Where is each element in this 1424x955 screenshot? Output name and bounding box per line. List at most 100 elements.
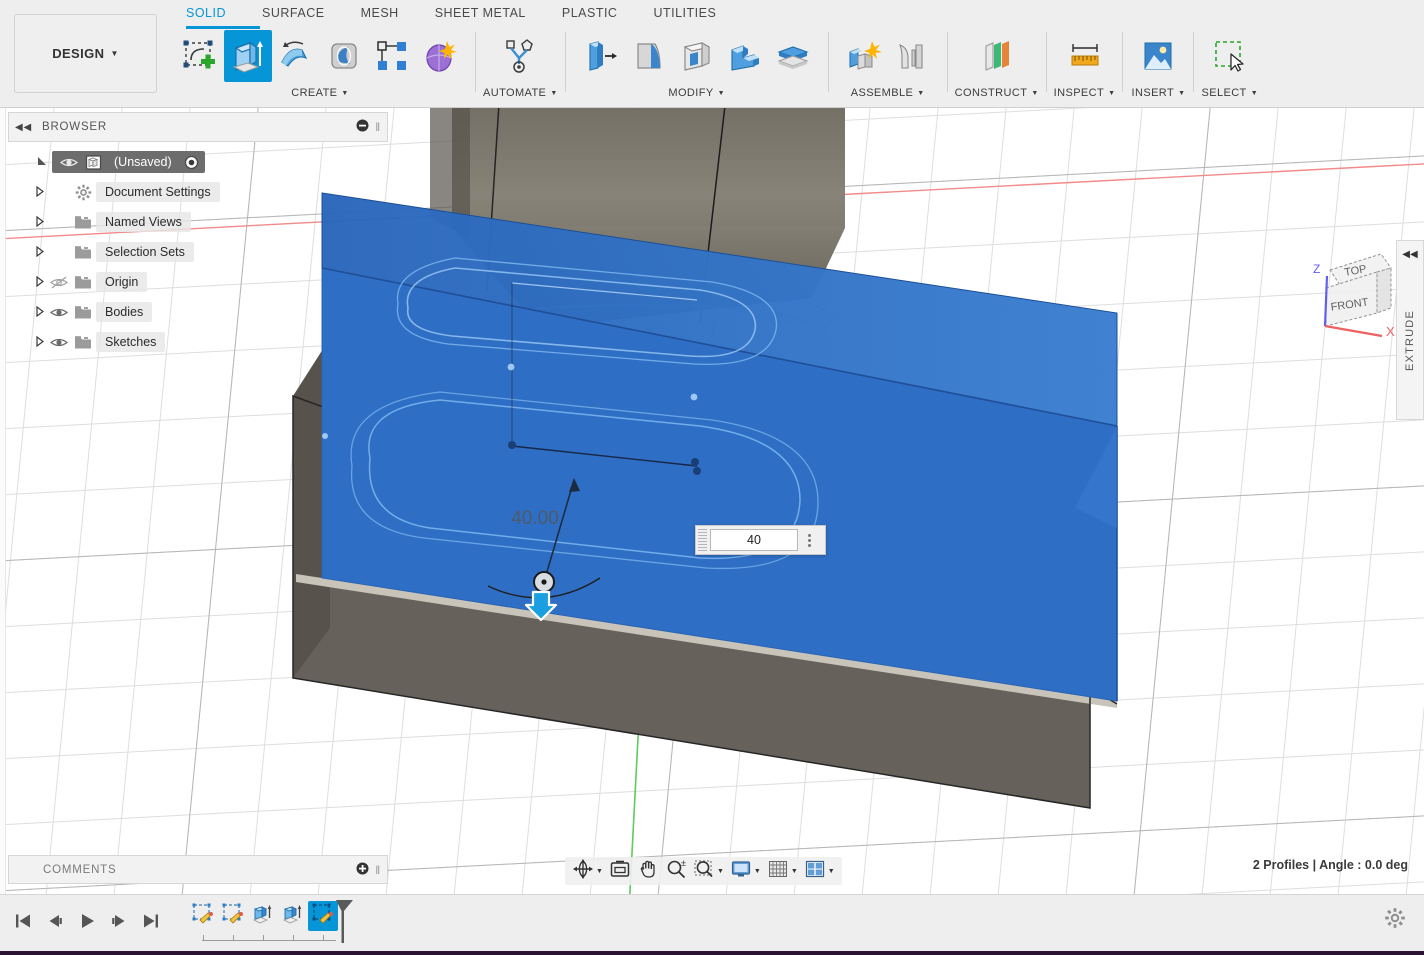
measure-button[interactable]: [1061, 30, 1109, 82]
expand-arrow-icon[interactable]: [34, 155, 52, 169]
extrude-button[interactable]: [224, 30, 272, 82]
eye-visible-icon[interactable]: [48, 306, 70, 319]
browser-resize-grip[interactable]: ‖: [375, 120, 381, 134]
fillet-button[interactable]: [625, 30, 673, 82]
pattern-icon: [372, 36, 412, 76]
shell-icon: [677, 36, 717, 76]
timeline-feature-sketch-2[interactable]: [218, 901, 248, 931]
tab-utilities[interactable]: UTILITIES: [635, 0, 734, 26]
fit-button[interactable]: ▼: [690, 858, 727, 884]
drag-grip-handle[interactable]: [698, 529, 707, 551]
play-button[interactable]: [72, 906, 102, 940]
extrude-distance-input-group[interactable]: [695, 525, 826, 555]
pan-hand-icon: [637, 858, 659, 885]
tab-sheet-metal[interactable]: SHEET METAL: [417, 0, 544, 26]
ribbon-group-label-inspect[interactable]: INSPECT ▼: [1054, 84, 1116, 102]
browser-item-origin[interactable]: Origin: [8, 267, 388, 297]
extrude-dialog-collapsed[interactable]: ◀◀ EXTRUDE: [1396, 240, 1424, 420]
ribbon-group-label-automate[interactable]: AUTOMATE ▼: [483, 84, 558, 102]
browser-minimize-icon[interactable]: [356, 119, 369, 135]
timeline-feature-extrude-2[interactable]: [278, 901, 308, 931]
tab-plastic[interactable]: PLASTIC: [544, 0, 636, 26]
display-settings-button[interactable]: ▼: [727, 858, 764, 884]
tab-surface[interactable]: SURFACE: [244, 0, 343, 26]
eye-hidden-icon[interactable]: [48, 275, 70, 289]
ribbon-group-buttons: [492, 30, 548, 84]
browser-item-named-views[interactable]: Named Views: [8, 207, 388, 237]
create-sketch-icon: [180, 36, 220, 76]
timeline-feature-sketch-1[interactable]: [188, 901, 218, 931]
comments-panel[interactable]: COMMENTS ‖: [8, 855, 388, 884]
go-to-end-button[interactable]: [136, 906, 166, 940]
browser-item-unsaved[interactable]: (Unsaved): [8, 147, 388, 177]
expand-arrow-icon[interactable]: [30, 305, 48, 319]
chevron-down-icon: ▼: [110, 49, 119, 58]
browser-item-selection-sets[interactable]: Selection Sets: [8, 237, 388, 267]
comments-resize-grip[interactable]: ‖: [375, 863, 381, 877]
timeline-feature-extrude-1[interactable]: [248, 901, 278, 931]
go-to-beginning-button[interactable]: [8, 906, 38, 940]
step-back-button[interactable]: [40, 906, 70, 940]
new-component-button[interactable]: [840, 30, 888, 82]
chevron-down-icon: ▼: [1178, 89, 1186, 97]
pan-button[interactable]: [634, 858, 662, 884]
ribbon-group-label-text: INSERT: [1131, 87, 1175, 99]
input-options-button[interactable]: [798, 533, 820, 547]
timeline-settings-button[interactable]: [1384, 907, 1406, 934]
zoom-button[interactable]: ±: [662, 858, 690, 884]
expand-arrow-icon[interactable]: [30, 275, 48, 289]
insert-image-icon: [1138, 36, 1178, 76]
create-sketch-button[interactable]: [176, 30, 224, 82]
combine-button[interactable]: [721, 30, 769, 82]
workspace-switcher-button[interactable]: DESIGN ▼: [14, 14, 157, 93]
extrude-distance-input[interactable]: [710, 529, 798, 551]
ribbon-group-modify: MODIFY ▼: [573, 30, 821, 106]
orbit-button[interactable]: ▼: [569, 858, 606, 884]
split-face-button[interactable]: [769, 30, 817, 82]
pattern-button[interactable]: [368, 30, 416, 82]
ribbon-groups: CREATE ▼ AUTOMATE ▼ MODIFY ▼ ASSEMBLE ▼ …: [172, 30, 1258, 106]
browser-item-sketches[interactable]: Sketches: [8, 327, 388, 357]
step-forward-button[interactable]: [104, 906, 134, 940]
form-button[interactable]: [416, 30, 464, 82]
ribbon-group-label-modify[interactable]: MODIFY ▼: [668, 84, 725, 102]
sweep-button[interactable]: [320, 30, 368, 82]
ribbon-group-label-assemble[interactable]: ASSEMBLE ▼: [851, 84, 925, 102]
shell-button[interactable]: [673, 30, 721, 82]
expand-arrow-icon[interactable]: [30, 245, 48, 259]
browser-root-row[interactable]: (Unsaved): [52, 151, 205, 173]
look-at-button[interactable]: [606, 858, 634, 884]
press-pull-button[interactable]: [577, 30, 625, 82]
tab-solid[interactable]: SOLID: [168, 0, 244, 26]
viewports-button[interactable]: ▼: [801, 858, 838, 884]
ribbon-group-label-construct[interactable]: CONSTRUCT ▼: [955, 84, 1039, 102]
add-comment-icon[interactable]: [356, 862, 369, 878]
revolve-button[interactable]: [272, 30, 320, 82]
browser-item-label: Sketches: [96, 332, 166, 352]
svg-text:X: X: [1386, 324, 1395, 339]
ribbon-group-label-create[interactable]: CREATE ▼: [291, 84, 349, 102]
ribbon-group-label-insert[interactable]: INSERT ▼: [1132, 84, 1186, 102]
insert-image-button[interactable]: [1134, 30, 1182, 82]
expand-arrow-icon[interactable]: [30, 335, 48, 349]
activate-component-radio[interactable]: [184, 155, 199, 170]
select-window-button[interactable]: [1206, 30, 1254, 82]
timeline-tick: [203, 935, 204, 941]
expand-arrow-icon[interactable]: [30, 185, 48, 199]
joint-button[interactable]: [888, 30, 936, 82]
automate-button[interactable]: [496, 30, 544, 82]
chevron-down-icon: ▼: [753, 867, 761, 875]
browser-item-document-settings[interactable]: Document Settings: [8, 177, 388, 207]
tab-mesh[interactable]: MESH: [343, 0, 417, 26]
ribbon-group-label-select[interactable]: SELECT ▼: [1201, 84, 1258, 102]
offset-plane-button[interactable]: [973, 30, 1021, 82]
timeline-end-marker[interactable]: [334, 899, 354, 948]
extrude-feature-icon: [251, 902, 275, 931]
collapse-browser-icon[interactable]: ◀◀: [15, 122, 32, 133]
eye-visible-icon[interactable]: [48, 336, 70, 349]
browser-item-bodies[interactable]: Bodies: [8, 297, 388, 327]
grid-snaps-button[interactable]: ▼: [764, 858, 801, 884]
expand-arrow-icon[interactable]: [30, 215, 48, 229]
expand-dialog-icon[interactable]: ◀◀: [1402, 249, 1417, 260]
eye-visible-icon[interactable]: [58, 156, 80, 169]
